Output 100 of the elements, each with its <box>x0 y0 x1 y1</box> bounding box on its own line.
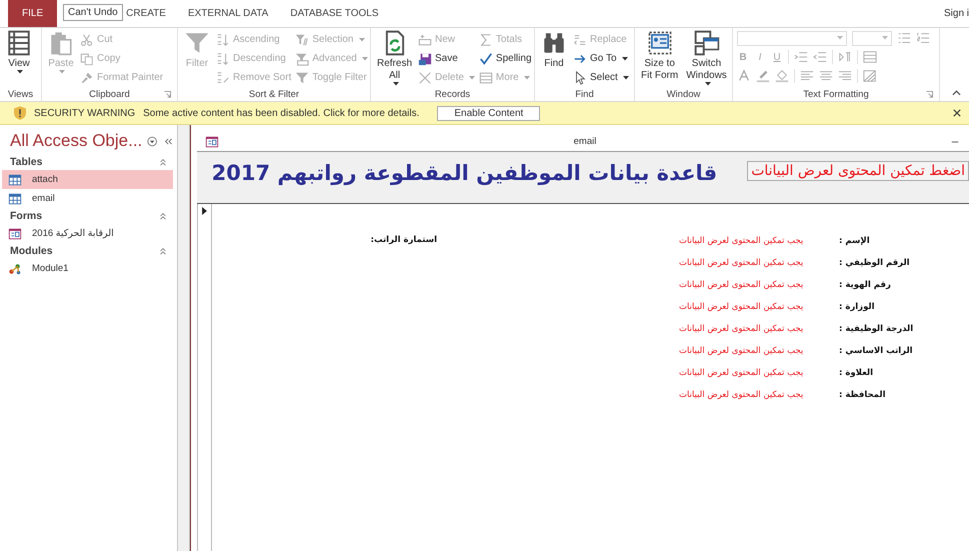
funnel-icon <box>295 52 310 66</box>
double-chevron-up-icon[interactable] <box>159 158 167 166</box>
font-size-combobox[interactable] <box>852 30 892 46</box>
record-selector-icon[interactable] <box>202 207 207 215</box>
align-center-icon[interactable] <box>819 69 833 83</box>
ribbon-tab[interactable]: EXTERNAL DATA <box>176 0 280 27</box>
form-icon <box>8 226 22 240</box>
field-label: الوزارة : <box>839 301 876 314</box>
group-label: Find <box>575 88 594 100</box>
spelling-check-icon <box>478 52 493 66</box>
field-label: الراتب الاساسي : <box>839 345 914 358</box>
double-chevron-left-icon[interactable] <box>162 136 173 146</box>
shield-warning-icon <box>14 106 26 120</box>
group-label: Views <box>8 88 34 100</box>
nav-item[interactable]: الرقابة الحركية 2016 <box>2 224 173 243</box>
outdent-icon[interactable] <box>813 50 827 64</box>
field-value[interactable]: يجب تمكين المحتوى لعرض البيانات <box>679 301 817 314</box>
ribbon-button[interactable]: Size to Fit Form <box>639 30 680 87</box>
delete-icon <box>418 70 432 84</box>
dropdown-circle-icon[interactable] <box>147 136 158 146</box>
tooltip: Can't Undo <box>63 4 123 21</box>
cursor-icon <box>573 70 587 84</box>
field-value[interactable]: يجب تمكين المحتوى لعرض البيانات <box>679 323 817 336</box>
windows-icon <box>694 30 720 56</box>
field-value[interactable]: يجب تمكين المحتوى لعرض البيانات <box>679 235 817 248</box>
security-warning-title: SECURITY WARNING <box>34 108 136 118</box>
field-label: رقم الهوية : <box>839 279 892 292</box>
format-button[interactable]: B <box>737 52 749 62</box>
collapse-ribbon-icon[interactable] <box>952 90 961 96</box>
dialog-launcher-icon[interactable] <box>926 90 933 98</box>
field-value[interactable]: يجب تمكين المحتوى لعرض البيانات <box>679 257 817 270</box>
security-warning-message[interactable]: Some active content has been disabled. Click for more details. <box>143 108 420 118</box>
enable-content-button[interactable]: Enable Content <box>437 106 540 120</box>
group-label: Window <box>666 88 700 100</box>
scissors-icon <box>80 32 94 46</box>
sort-icon <box>216 52 230 66</box>
funnel-icon <box>295 32 310 46</box>
pane-splitter[interactable] <box>178 125 190 551</box>
ribbon-button[interactable]: View <box>4 30 34 87</box>
field-label: الإسم : <box>839 235 871 248</box>
nav-section-header[interactable]: Modules <box>10 245 53 257</box>
field-label: المحافظة : <box>839 389 886 402</box>
format-button[interactable]: U <box>771 52 783 62</box>
field-label: الدرجة الوظيفية : <box>839 323 914 336</box>
paragraph-direction-icon[interactable] <box>838 50 852 64</box>
align-left-icon[interactable] <box>800 69 814 83</box>
sort-icon <box>216 70 230 84</box>
font-name-combobox[interactable] <box>737 30 847 46</box>
enable-content-command-button[interactable]: اضغط تمكين المحتوى لعرض البيانات <box>747 161 969 181</box>
cell-effect-icon[interactable] <box>863 69 877 83</box>
field-label: العلاوة : <box>839 367 874 380</box>
form-icon <box>205 134 219 148</box>
indent-icon[interactable] <box>794 50 808 64</box>
ribbon-button[interactable]: Go To <box>573 49 629 68</box>
file-tab[interactable]: FILE <box>8 0 58 27</box>
dialog-launcher-icon[interactable] <box>164 90 171 98</box>
funnel-icon <box>295 70 310 84</box>
font-color-icon[interactable] <box>737 69 751 83</box>
form-icon <box>646 30 673 56</box>
ribbon-button[interactable]: Save <box>418 49 475 68</box>
ribbon-button[interactable]: Switch Windows <box>684 30 729 87</box>
numbered-list-icon[interactable] <box>916 31 930 45</box>
group-label: Text Formatting <box>803 88 869 100</box>
highlight-icon[interactable] <box>756 69 770 83</box>
ribbon-button[interactable]: Select <box>573 68 629 87</box>
form-heading: قاعدة بيانات الموظفين المقطوعة رواتبهم 2017 <box>212 161 718 185</box>
bullet-list-icon[interactable] <box>897 31 911 45</box>
ribbon-button[interactable]: Find <box>539 30 569 87</box>
sort-icon <box>216 32 230 46</box>
fill-bucket-icon[interactable] <box>775 69 789 83</box>
form-window-title: email <box>572 136 598 147</box>
double-chevron-up-icon[interactable] <box>159 212 167 220</box>
format-button[interactable]: I <box>754 52 766 62</box>
new-record-icon <box>418 32 432 46</box>
sigma-icon <box>478 32 493 46</box>
nav-item[interactable]: Module1 <box>2 259 173 278</box>
ribbon-tab[interactable]: DATABASE TOOLS <box>279 0 390 27</box>
nav-item[interactable]: email <box>2 189 173 208</box>
field-value[interactable]: يجب تمكين المحتوى لعرض البيانات <box>679 279 817 292</box>
close-icon[interactable] <box>953 109 961 117</box>
caret-icon <box>882 36 888 40</box>
more-icon <box>478 70 493 84</box>
nav-section-header[interactable]: Forms <box>10 210 42 222</box>
field-label: استمارة الراتب: <box>370 235 437 245</box>
group-label: Sort & Filter <box>248 88 300 100</box>
field-value[interactable]: يجب تمكين المحتوى لعرض البيانات <box>679 367 817 380</box>
field-value[interactable]: يجب تمكين المحتوى لعرض البيانات <box>679 345 817 358</box>
sign-in-link[interactable]: Sign i <box>944 8 969 19</box>
gridlines-icon[interactable] <box>863 50 877 64</box>
double-chevron-up-icon[interactable] <box>159 247 167 255</box>
field-value[interactable]: يجب تمكين المحتوى لعرض البيانات <box>679 389 817 402</box>
group-label: Records <box>434 88 470 100</box>
nav-item[interactable]: attach <box>2 170 173 189</box>
navigation-pane-title[interactable]: All Access Obje... <box>10 131 142 151</box>
ribbon-button[interactable]: Spelling <box>478 49 532 68</box>
ribbon-button[interactable]: Refresh All <box>375 30 414 87</box>
group-label: Clipboard <box>89 88 130 100</box>
brush-icon <box>80 70 94 84</box>
nav-section-header[interactable]: Tables <box>10 156 42 168</box>
align-right-icon[interactable] <box>838 69 852 83</box>
